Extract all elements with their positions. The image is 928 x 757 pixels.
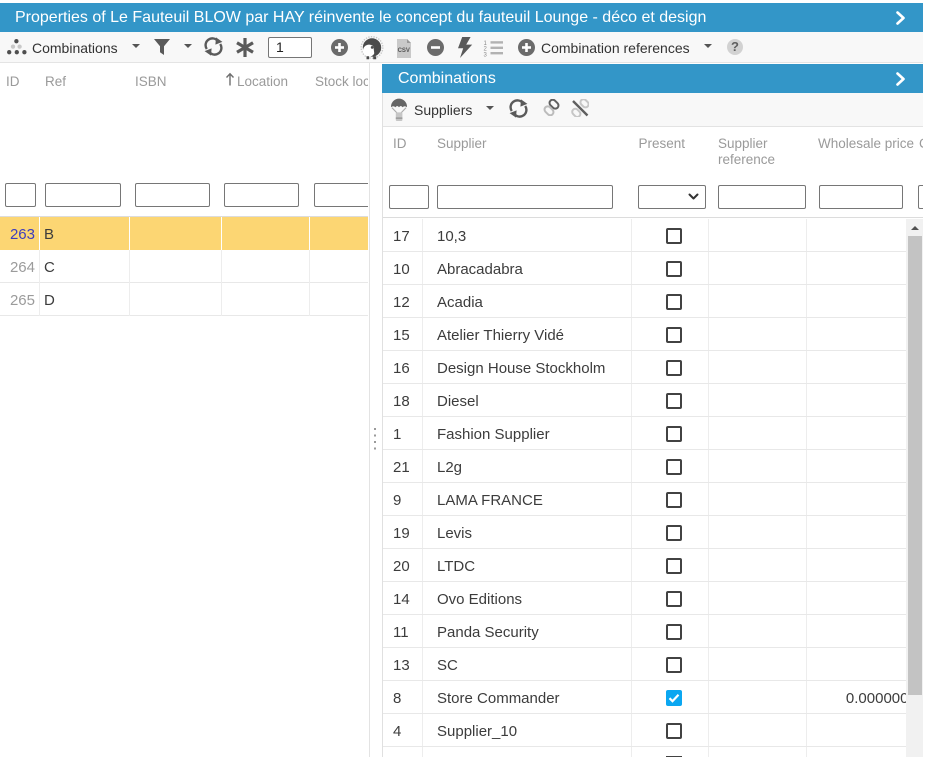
svg-text:3: 3 [484,52,488,57]
svg-text:CSV: CSV [398,48,410,54]
